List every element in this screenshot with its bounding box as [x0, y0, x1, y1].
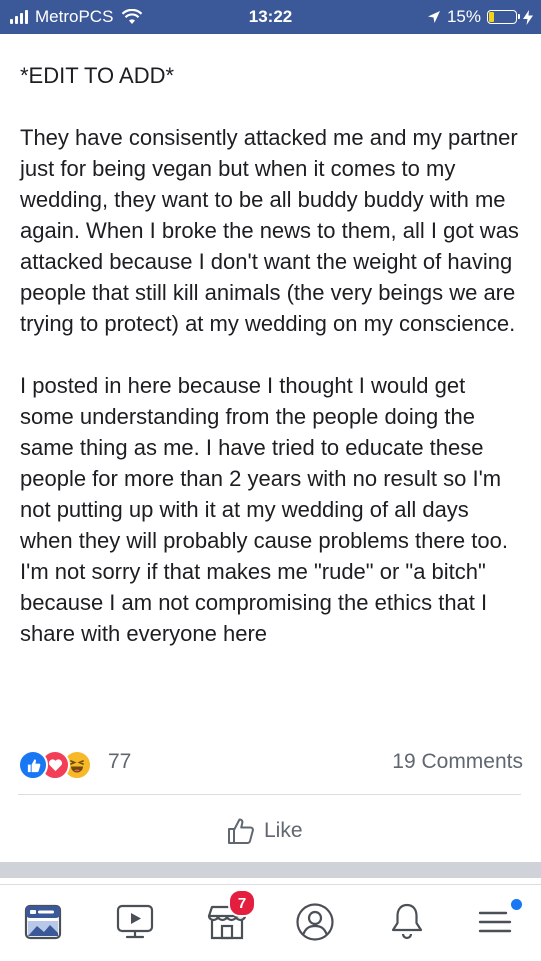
status-bar: MetroPCS 13:22 15%	[0, 0, 541, 34]
reaction-count[interactable]: 77	[108, 750, 131, 774]
tab-news-feed[interactable]	[20, 899, 66, 945]
bell-icon	[391, 903, 423, 940]
post-paragraph: They have consisently attacked me and my…	[20, 125, 519, 336]
battery-icon	[487, 10, 520, 24]
divider	[18, 794, 521, 795]
post-paragraph: I posted in here because I thought I wou…	[20, 373, 508, 646]
tab-marketplace[interactable]: 7	[204, 889, 256, 945]
watch-video-icon	[116, 904, 154, 939]
section-separator	[0, 862, 541, 878]
tab-profile[interactable]	[292, 899, 338, 945]
tab-watch[interactable]	[112, 899, 158, 945]
edit-note: *EDIT TO ADD*	[20, 63, 175, 88]
tab-menu[interactable]	[472, 899, 522, 945]
profile-icon	[296, 903, 334, 941]
like-reaction-icon	[18, 750, 48, 780]
tab-notifications[interactable]	[384, 899, 430, 945]
reactions-row: 77 19 Comments	[18, 748, 523, 780]
news-feed-icon	[24, 904, 62, 940]
reaction-icons[interactable]	[18, 750, 104, 780]
comments-count-link[interactable]: 19 Comments	[392, 750, 523, 774]
battery-percent: 15%	[446, 7, 481, 26]
post-body: *EDIT TO ADD* They have consisently atta…	[20, 60, 525, 649]
status-right: 15%	[427, 7, 533, 27]
menu-hamburger-icon	[478, 911, 512, 933]
marketplace-badge: 7	[228, 889, 256, 917]
like-button[interactable]: Like	[226, 815, 303, 847]
menu-notification-dot	[511, 899, 522, 910]
location-arrow-icon	[427, 11, 440, 23]
charging-bolt-icon	[523, 9, 533, 25]
thumbs-up-icon	[228, 818, 254, 844]
like-label: Like	[264, 819, 303, 842]
bottom-tab-bar: 7	[0, 884, 541, 961]
